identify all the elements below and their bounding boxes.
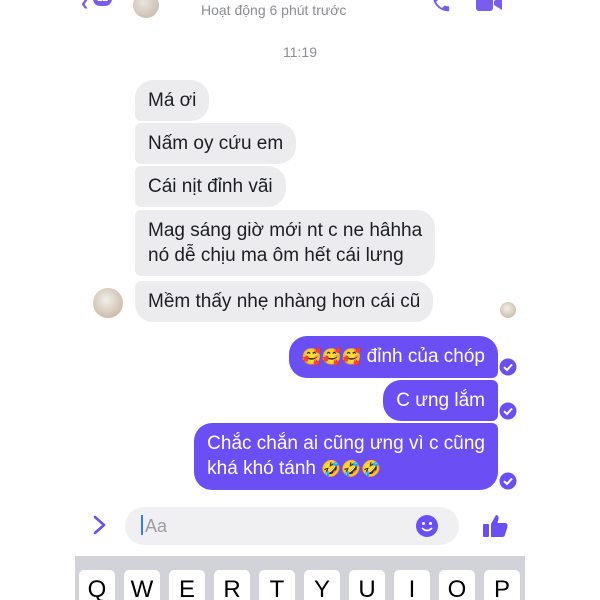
phone-icon[interactable] (430, 0, 452, 14)
message-text: C ưng lắm (396, 390, 485, 411)
message-text-line: khá khó tánh (207, 458, 322, 479)
unread-count-badge: 12 (93, 0, 113, 6)
delivered-check-icon (499, 402, 517, 420)
back-button[interactable]: ‹ 12 (79, 0, 113, 15)
emoji-text: 🥰🥰🥰 (301, 349, 362, 366)
input-placeholder: Aa (145, 516, 168, 536)
video-camera-icon[interactable] (475, 0, 503, 14)
incoming-message[interactable]: Mềm thấy nhẹ nhàng hơn cái cũ (135, 281, 434, 322)
message-text: đỉnh của chóp (361, 346, 485, 367)
seen-avatar (500, 302, 516, 318)
delivered-check-icon (499, 358, 517, 376)
on-screen-keyboard: Q W E R T Y U I O P (75, 556, 525, 600)
message-input[interactable]: Aa (125, 507, 459, 545)
key-u[interactable]: U (349, 570, 385, 600)
chat-header: ‹ 12 Hoạt động 6 phút trước (75, 0, 525, 22)
incoming-message[interactable]: Nấm oy cứu em (135, 123, 297, 164)
outgoing-message[interactable]: 🥰🥰🥰 đỉnh của chóp (288, 336, 498, 378)
message-timestamp: 11:19 (283, 44, 317, 60)
message-text: Mềm thấy nhẹ nhàng hơn cái cũ (148, 291, 421, 312)
message-composer: Aa (75, 505, 525, 547)
delivered-check-icon (499, 472, 517, 490)
message-text: Cái nịt đỉnh vãi (148, 176, 273, 197)
sender-avatar[interactable] (93, 288, 123, 318)
key-q[interactable]: Q (79, 570, 115, 600)
text-caret (141, 515, 143, 535)
message-text-line: Chắc chắn ai cũng ưng vì c cũng (207, 433, 485, 454)
chevron-right-icon[interactable] (91, 514, 109, 536)
incoming-message[interactable]: Mag sáng giờ mới nt c ne hâhha nó dễ chị… (135, 210, 436, 276)
contact-avatar[interactable] (133, 0, 159, 18)
message-text: Nấm oy cứu em (148, 133, 284, 154)
key-w[interactable]: W (124, 570, 160, 600)
message-text-line: Mag sáng giờ mới nt c ne hâhha (148, 220, 423, 241)
key-r[interactable]: R (214, 570, 250, 600)
key-e[interactable]: E (169, 570, 205, 600)
message-text-line: nó dễ chịu ma ôm hết cái lưng (148, 245, 404, 266)
emoji-icon[interactable] (415, 514, 439, 538)
incoming-message[interactable]: Cái nịt đỉnh vãi (135, 166, 286, 207)
outgoing-message[interactable]: C ưng lắm (383, 380, 498, 421)
emoji-text: 🤣🤣🤣 (321, 461, 382, 478)
message-text: Má ơi (148, 90, 197, 111)
key-o[interactable]: O (439, 570, 475, 600)
chat-screen: ‹ 12 Hoạt động 6 phút trước 11:19 Má ơi … (75, 0, 525, 600)
key-t[interactable]: T (259, 570, 295, 600)
thumbs-up-icon[interactable] (481, 512, 509, 540)
outgoing-message[interactable]: Chắc chắn ai cũng ưng vì c cũng khá khó … (194, 423, 498, 490)
key-y[interactable]: Y (304, 570, 340, 600)
incoming-message[interactable]: Má ơi (135, 80, 210, 121)
key-i[interactable]: I (394, 570, 430, 600)
contact-status: Hoạt động 6 phút trước (201, 2, 347, 18)
chevron-left-icon: ‹ (81, 0, 89, 15)
key-p[interactable]: P (484, 570, 520, 600)
